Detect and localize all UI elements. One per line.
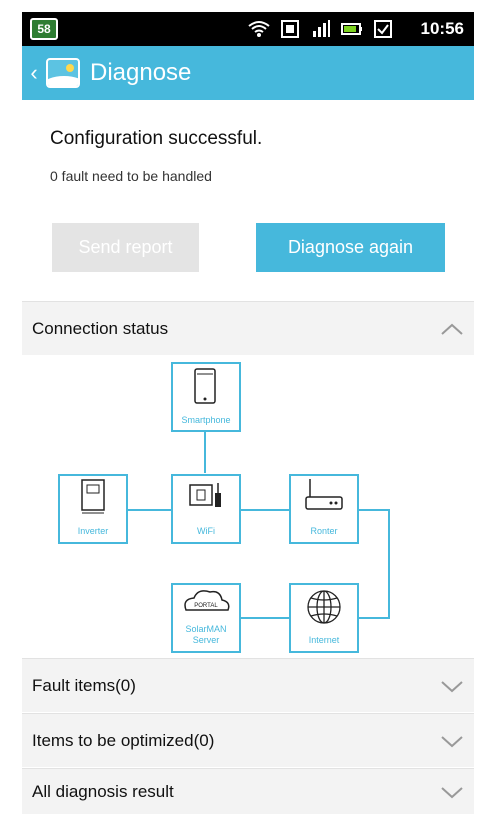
connection-status-label: Connection status [32,318,169,338]
fault-items-header[interactable]: Fault items(0) [22,658,474,712]
data-icon [279,19,301,39]
result-subtitle: 0 fault need to be handled [50,168,212,184]
page-title: Diagnose [90,59,192,86]
all-result-header[interactable]: All diagnosis result [22,768,474,814]
all-result-label: All diagnosis result [32,781,174,801]
server-node: PORTAL SolarMAN Server [171,583,241,653]
notification-badge: 58 [30,18,58,40]
connection-status-header[interactable]: Connection status [22,301,474,355]
app-bar: ‹ Diagnose [22,46,474,100]
connection-diagram: Smartphone Inverter WiFi Ronter PORTAL S… [22,355,474,658]
internet-label: Internet [309,635,340,645]
internet-node: Internet [289,583,359,653]
portal-label: PORTAL [194,603,218,609]
server-label-line1: SolarMAN [185,624,226,634]
chevron-down-icon[interactable] [440,733,464,749]
wifi-label: WiFi [197,526,215,536]
items-optimized-label: Items to be optimized(0) [32,730,215,750]
signal-icon [310,19,332,39]
app-logo-icon[interactable] [46,58,80,88]
wifi-icon [248,19,270,39]
checkbox-icon [372,19,394,39]
battery-icon [341,19,363,39]
smartphone-label: Smartphone [181,415,230,425]
router-label: Ronter [310,526,337,536]
inverter-node: Inverter [58,474,128,544]
send-report-button[interactable]: Send report [52,223,199,272]
wifi-node: WiFi [171,474,241,544]
diagnose-again-button[interactable]: Diagnose again [256,223,445,272]
inverter-label: Inverter [78,526,109,536]
router-node: Ronter [289,474,359,544]
hill-shape [48,76,78,86]
fault-items-label: Fault items(0) [32,675,136,695]
sun-shape [66,64,74,72]
result-title: Configuration successful. [50,128,263,149]
chevron-up-icon[interactable] [440,321,464,337]
server-label-line2: Server [193,635,220,645]
chevron-down-icon[interactable] [440,678,464,694]
clock: 10:56 [420,19,464,38]
back-icon[interactable]: ‹ [24,60,44,86]
globe-icon [307,590,341,624]
items-optimized-header[interactable]: Items to be optimized(0) [22,713,474,767]
chevron-down-icon[interactable] [440,784,464,800]
smartphone-node: Smartphone [171,362,241,432]
status-icons [248,19,394,39]
status-bar: 58 10:56 [22,12,474,46]
